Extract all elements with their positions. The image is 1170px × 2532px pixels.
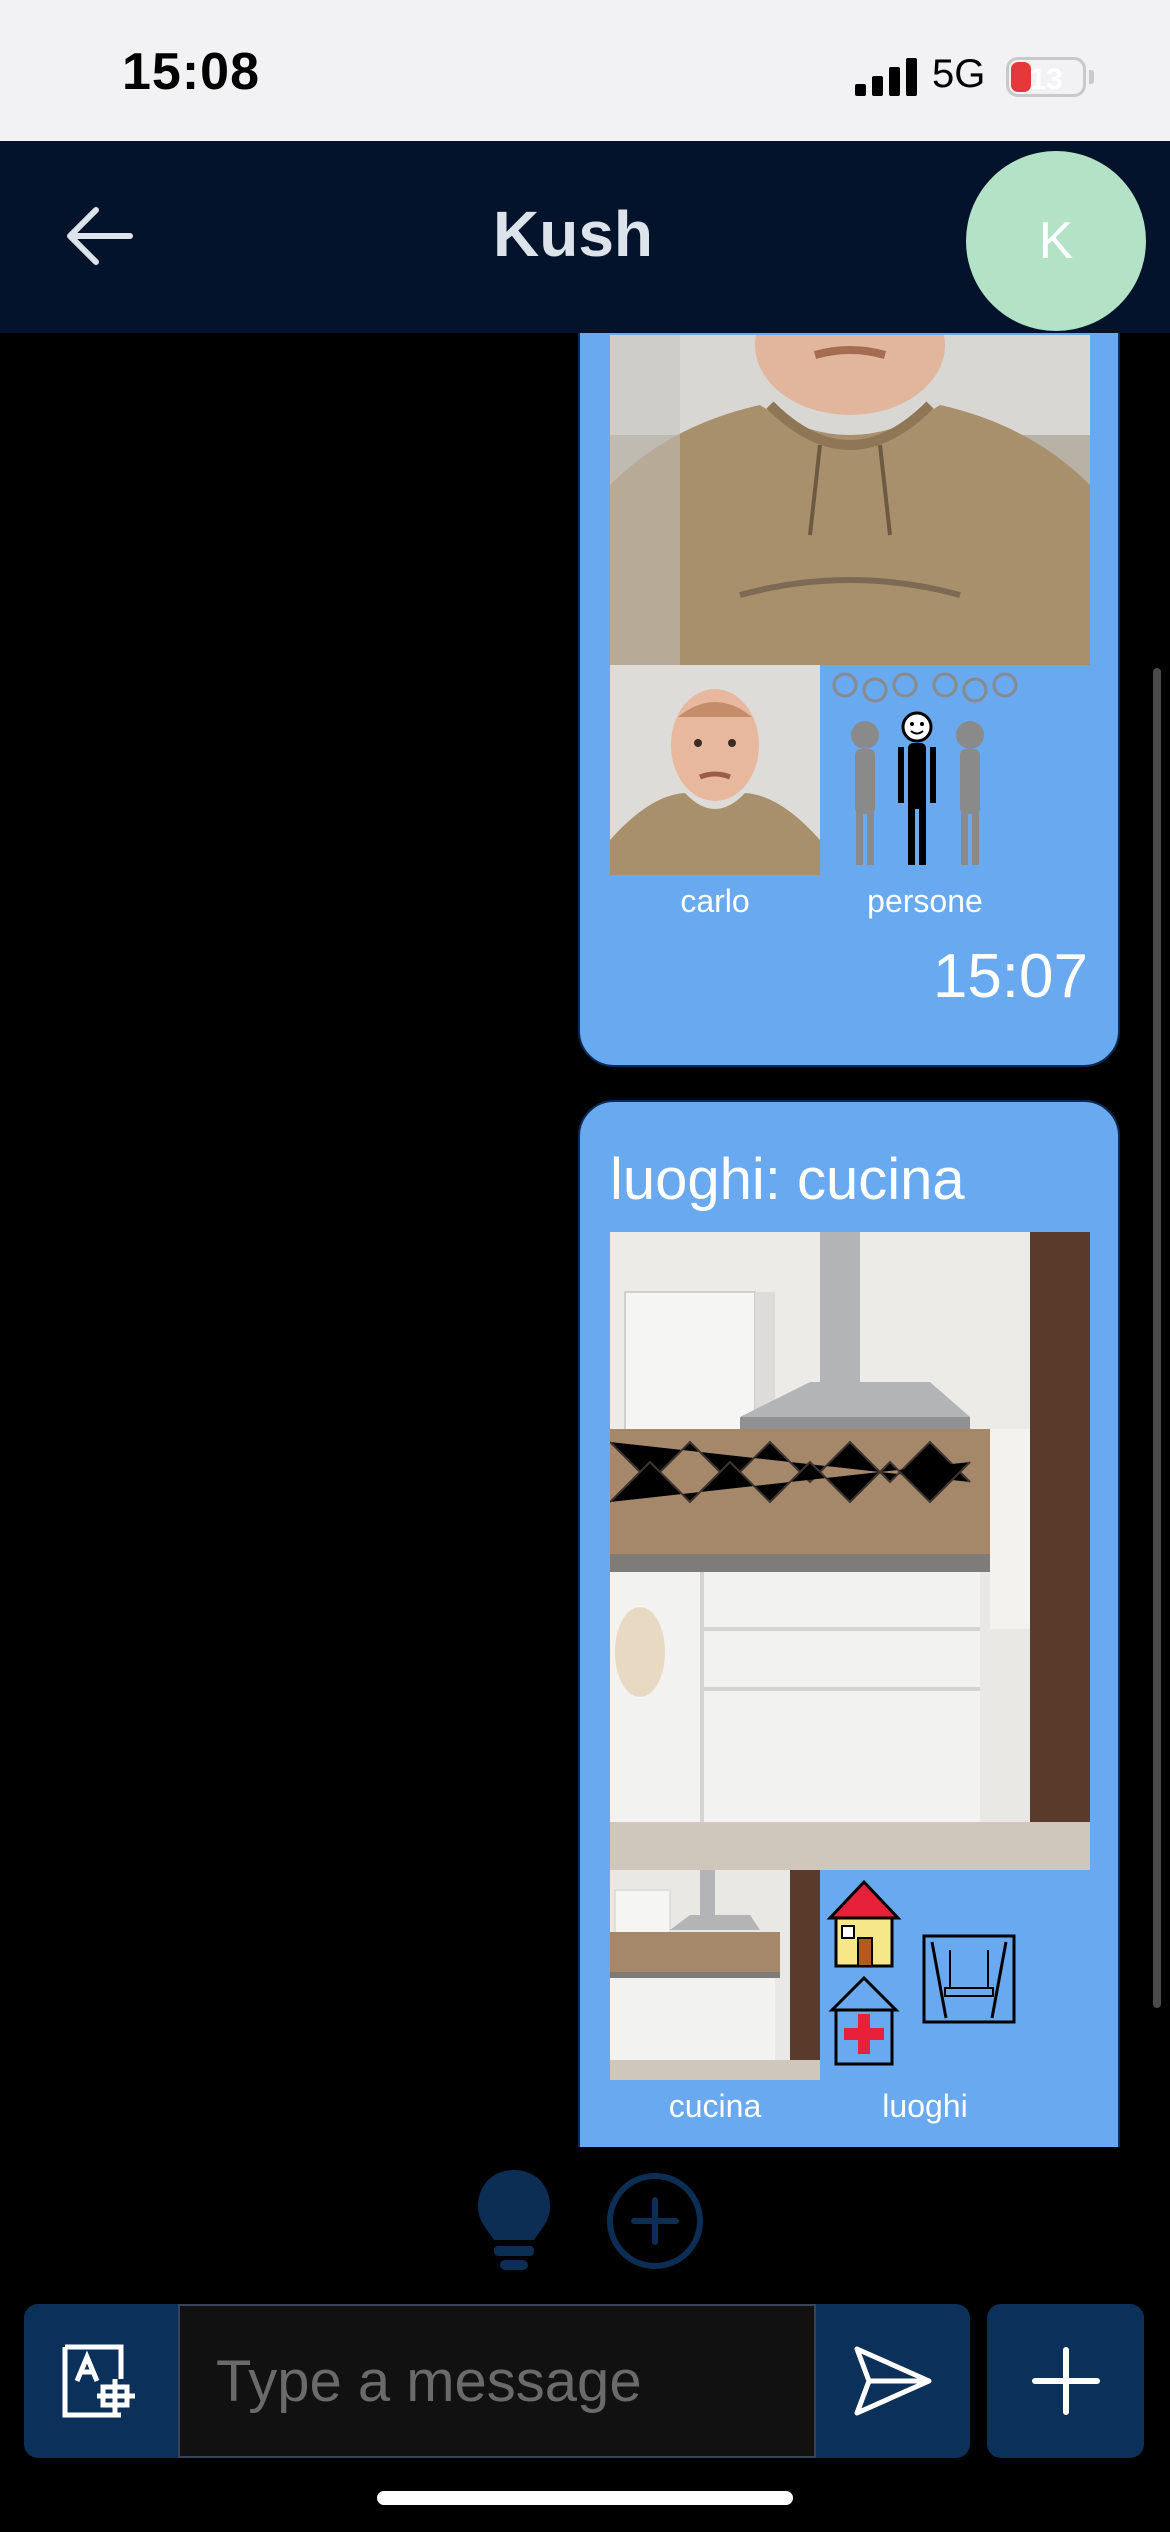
kitchen-photo [610,1232,1090,1870]
thumbnail-image[interactable] [610,1870,820,2080]
translate-button[interactable] [24,2304,178,2458]
send-button[interactable] [816,2304,970,2458]
chat-area[interactable]: carlo persone 15:07 luoghi: cucina cucin… [0,333,1170,2147]
scrollbar[interactable] [1153,668,1161,2008]
thumbnail-label: carlo [680,883,750,919]
battery-icon: 13 [1006,57,1086,97]
translate-icon [62,2344,135,2418]
message-input[interactable] [178,2304,816,2458]
thumbnail-label: cucina [668,2088,762,2124]
thumbnail-label: luoghi [882,2088,968,2124]
suggestion-button[interactable] [474,2168,554,2272]
home-indicator[interactable] [377,2491,793,2505]
pictogram-image[interactable] [820,1870,1030,2080]
lightbulb-icon [478,2170,550,2270]
send-icon [854,2346,932,2416]
plus-circle-icon [607,2173,703,2269]
thumbnail-image[interactable] [610,665,820,875]
status-time: 15:08 [122,43,260,101]
message-bubble[interactable]: carlo persone 15:07 [578,333,1120,1067]
network-label: 5G [932,52,986,96]
plus-icon [1031,2347,1100,2415]
person-thumbnail [610,665,820,875]
person-photo [610,335,1090,665]
message-bubble[interactable]: luoghi: cucina cucina luoghi [578,1100,1120,2147]
thumbnail-label: persone [867,883,983,919]
people-pictogram [820,665,1030,875]
chat-header: Kush K [0,141,1170,333]
places-pictogram [820,1870,1030,2080]
battery-nub [1089,70,1094,84]
kitchen-thumbnail [610,1870,820,2080]
message-timestamp: 15:07 [932,942,1088,1011]
attach-button[interactable] [987,2304,1144,2458]
pictogram-image[interactable] [820,665,1030,875]
status-bar: 15:08 5G 13 [0,0,1170,141]
message-title: luoghi: cucina [610,1147,965,1212]
avatar[interactable]: K [966,151,1146,331]
battery-label: 13 [1029,63,1063,96]
message-photo[interactable] [610,1232,1090,1870]
signal-icon [855,58,917,96]
add-circle-button[interactable] [606,2172,704,2270]
message-photo[interactable] [610,335,1090,665]
